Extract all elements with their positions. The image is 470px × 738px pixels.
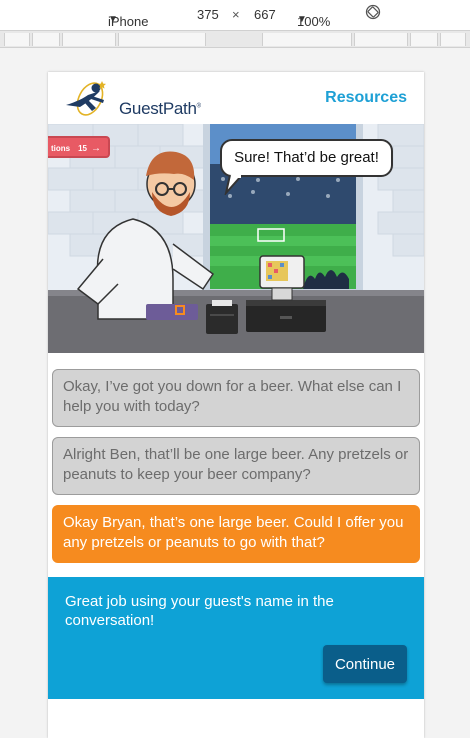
dimension-separator: × (232, 7, 240, 22)
feedback-panel: Great job using your guest's name in the… (48, 577, 424, 699)
rotate-icon[interactable] (365, 4, 381, 23)
speech-bubble-tail-icon (224, 175, 243, 195)
chevron-down-icon: ▼ (108, 14, 118, 25)
device-viewport: GuestPath® Resources tions 15 → Sure! Th… (48, 72, 424, 738)
logo-wordmark: GuestPath® (119, 99, 201, 118)
app-header: GuestPath® Resources (48, 72, 424, 124)
feedback-message: Great job using your guest's name in the… (65, 593, 334, 629)
chevron-down-icon: ▼ (297, 14, 307, 25)
media-query-ruler (0, 30, 470, 48)
speech-bubble: Sure! That’d be great! (220, 139, 393, 177)
continue-button[interactable]: Continue (323, 645, 407, 683)
progress-label: tions (51, 144, 71, 153)
response-option-3-selected[interactable]: Okay Bryan, that’s one large beer. Could… (52, 505, 420, 563)
progress-tag[interactable]: tions 15 → (48, 136, 110, 158)
width-input[interactable]: 375 (197, 7, 219, 22)
response-option-2[interactable]: Alright Ben, that’ll be one large beer. … (52, 437, 420, 495)
conversation-scene: tions 15 → Sure! That’d be great! (48, 124, 424, 353)
progress-count: 15 (78, 144, 88, 153)
height-input[interactable]: 667 (254, 7, 276, 22)
response-option-1[interactable]: Okay, I’ve got you down for a beer. What… (52, 369, 420, 427)
resources-link[interactable]: Resources (325, 89, 407, 107)
arrow-right-icon: → (91, 143, 102, 154)
logo-text: GuestPath (119, 99, 197, 118)
devtools-device-toolbar: iPhone 6 ▼ 375 × 667 100% ▼ (0, 0, 470, 44)
guestpath-logo[interactable]: GuestPath® (58, 78, 201, 120)
